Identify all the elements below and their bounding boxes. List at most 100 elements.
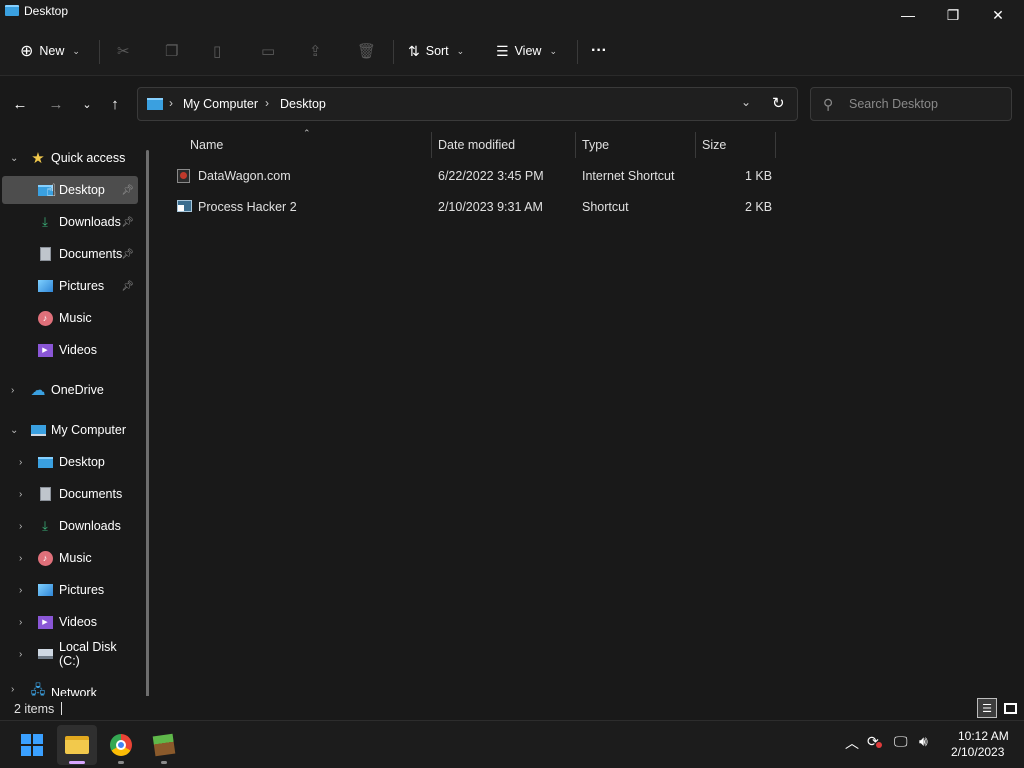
chevron-right-icon[interactable]: › bbox=[11, 385, 14, 396]
forward-button[interactable]: → bbox=[44, 92, 68, 116]
rename-button[interactable]: ▭ bbox=[261, 38, 275, 64]
sidebar-item-music[interactable]: ♪ Music bbox=[2, 304, 138, 332]
sidebar-item-label: My Computer bbox=[51, 423, 127, 437]
delete-button[interactable]: 🗑︎ bbox=[357, 38, 376, 64]
search-box[interactable]: ⚲ Search Desktop bbox=[810, 87, 1012, 121]
sidebar-item-local-disk[interactable]: › Local Disk (C:) bbox=[2, 640, 138, 668]
file-date: 6/22/2022 3:45 PM bbox=[438, 169, 544, 183]
sidebar-item-pc-videos[interactable]: › ▶ Videos bbox=[2, 608, 138, 636]
restore-button[interactable]: ❐ bbox=[930, 0, 976, 30]
chevron-right-icon[interactable]: › bbox=[19, 617, 22, 628]
column-header-type[interactable]: Type bbox=[582, 138, 609, 152]
computer-icon bbox=[30, 422, 46, 438]
large-icons-view-button[interactable] bbox=[1000, 698, 1020, 718]
volume-icon[interactable]: 🔊︎ bbox=[919, 733, 928, 750]
sidebar-item-my-computer[interactable]: ⌄ My Computer bbox=[2, 416, 138, 444]
sidebar-item-label: Documents bbox=[59, 247, 123, 261]
clock-date[interactable]: 2/10/2023 bbox=[951, 745, 1004, 759]
chevron-right-icon[interactable]: › bbox=[19, 649, 22, 660]
sidebar-item-downloads[interactable]: ⤓ Downloads 📌︎ bbox=[2, 208, 138, 236]
sidebar-item-videos[interactable]: ▶ Videos bbox=[2, 336, 138, 364]
chevron-down-icon[interactable]: ⌄ bbox=[10, 425, 18, 436]
arrow-right-icon: → bbox=[48, 95, 64, 113]
file-explorer-taskbar-button[interactable] bbox=[57, 725, 97, 765]
search-input[interactable]: Search Desktop bbox=[849, 97, 938, 111]
minecraft-taskbar-button[interactable] bbox=[144, 725, 184, 765]
computer-icon bbox=[147, 98, 163, 110]
refresh-icon[interactable]: ↻ bbox=[772, 94, 785, 112]
sidebar-scrollbar[interactable] bbox=[146, 150, 149, 700]
more-icon: ··· bbox=[591, 42, 607, 59]
sidebar-item-pc-desktop[interactable]: › Desktop bbox=[2, 448, 138, 476]
chevron-right-icon[interactable]: › bbox=[19, 553, 22, 564]
network-icon[interactable]: 🖵︎ bbox=[894, 733, 908, 750]
status-bar bbox=[0, 696, 1024, 720]
sidebar-item-onedrive[interactable]: › ☁ OneDrive bbox=[2, 376, 138, 404]
running-indicator bbox=[118, 761, 124, 764]
sidebar-item-pictures[interactable]: Pictures 📌︎ bbox=[2, 272, 138, 300]
column-header-name[interactable]: Name bbox=[190, 138, 223, 152]
up-button[interactable]: ↑ bbox=[103, 92, 127, 116]
sidebar-item-label: Desktop bbox=[59, 183, 105, 197]
sidebar-item-network[interactable]: › 🖧︎ Network bbox=[2, 680, 138, 696]
close-button[interactable]: ✕ bbox=[975, 0, 1021, 30]
sidebar-item-label: Local Disk (C:) bbox=[59, 640, 117, 668]
sidebar-item-pc-downloads[interactable]: › ⤓ Downloads bbox=[2, 512, 138, 540]
chevron-right-icon[interactable]: › bbox=[19, 521, 22, 532]
sidebar-item-quick-access[interactable]: ⌄ ★ Quick access bbox=[2, 144, 138, 172]
start-button[interactable] bbox=[12, 725, 52, 765]
file-row[interactable]: Process Hacker 2 2/10/2023 9:31 AM Short… bbox=[170, 194, 774, 222]
sync-icon[interactable]: ⟳ bbox=[867, 733, 882, 750]
hand-cursor-icon: ☝ bbox=[46, 181, 57, 200]
view-button[interactable]: ☰ View ⌄ bbox=[496, 38, 557, 64]
column-divider[interactable] bbox=[775, 132, 776, 158]
address-dropdown-icon[interactable]: ⌄ bbox=[741, 95, 751, 109]
column-divider[interactable] bbox=[431, 132, 432, 158]
chevron-down-icon[interactable]: ⌄ bbox=[10, 153, 18, 164]
chevron-right-icon[interactable]: › bbox=[19, 457, 22, 468]
pictures-icon bbox=[37, 278, 53, 294]
file-size: 1 KB bbox=[745, 169, 773, 183]
view-icon: ☰ bbox=[496, 42, 509, 59]
pictures-icon bbox=[37, 582, 53, 598]
item-count: 2 items bbox=[14, 702, 55, 716]
star-icon: ★ bbox=[31, 150, 45, 167]
back-button[interactable]: ← bbox=[8, 92, 32, 116]
file-row[interactable]: DataWagon.com 6/22/2022 3:45 PM Internet… bbox=[170, 163, 774, 191]
details-view-button[interactable]: ☰ bbox=[977, 698, 997, 718]
download-icon: ⤓ bbox=[42, 518, 48, 533]
cut-button[interactable]: ✂ bbox=[117, 38, 130, 64]
breadcrumb-desktop[interactable]: Desktop bbox=[280, 97, 326, 111]
sidebar-item-pc-music[interactable]: › ♪ Music bbox=[2, 544, 138, 572]
paste-button[interactable]: ▯ bbox=[213, 38, 221, 64]
column-header-date[interactable]: Date modified bbox=[438, 138, 515, 152]
chevron-up-icon[interactable]: ︿ bbox=[845, 733, 859, 753]
sidebar-item-pc-documents[interactable]: › Documents bbox=[2, 480, 138, 508]
breadcrumb-my-computer[interactable]: My Computer bbox=[183, 97, 258, 111]
recent-locations-button[interactable]: ⌄ bbox=[75, 92, 99, 116]
chrome-taskbar-button[interactable] bbox=[101, 725, 141, 765]
videos-icon: ▶ bbox=[37, 614, 53, 630]
chevron-right-icon: › bbox=[265, 96, 269, 110]
sidebar-item-pc-pictures[interactable]: › Pictures bbox=[2, 576, 138, 604]
clock-time[interactable]: 10:12 AM bbox=[958, 729, 1009, 743]
copy-button[interactable]: ❐ bbox=[165, 38, 178, 64]
column-divider[interactable] bbox=[575, 132, 576, 158]
sort-button[interactable]: ⇅ Sort ⌄ bbox=[408, 38, 464, 64]
chevron-right-icon[interactable]: › bbox=[11, 684, 14, 695]
file-explorer-icon bbox=[65, 736, 89, 754]
address-bar[interactable]: › My Computer › Desktop ⌄ ↻ bbox=[137, 87, 798, 121]
sidebar-item-label: Downloads bbox=[59, 215, 121, 229]
minimize-button[interactable]: — bbox=[885, 0, 931, 30]
chevron-right-icon[interactable]: › bbox=[19, 489, 22, 500]
sidebar-item-desktop[interactable]: Desktop 📌︎ ☝ bbox=[2, 176, 138, 204]
sidebar-item-label: Documents bbox=[59, 487, 123, 501]
column-header-size[interactable]: Size bbox=[702, 138, 726, 152]
sidebar-item-documents[interactable]: Documents 📌︎ bbox=[2, 240, 138, 268]
file-size: 2 KB bbox=[745, 200, 773, 214]
new-button[interactable]: ⊕ New ⌄ bbox=[20, 38, 80, 64]
share-button[interactable]: ⇪ bbox=[309, 38, 322, 64]
chevron-right-icon[interactable]: › bbox=[19, 585, 22, 596]
more-options-button[interactable]: ··· bbox=[591, 38, 607, 64]
column-divider[interactable] bbox=[695, 132, 696, 158]
